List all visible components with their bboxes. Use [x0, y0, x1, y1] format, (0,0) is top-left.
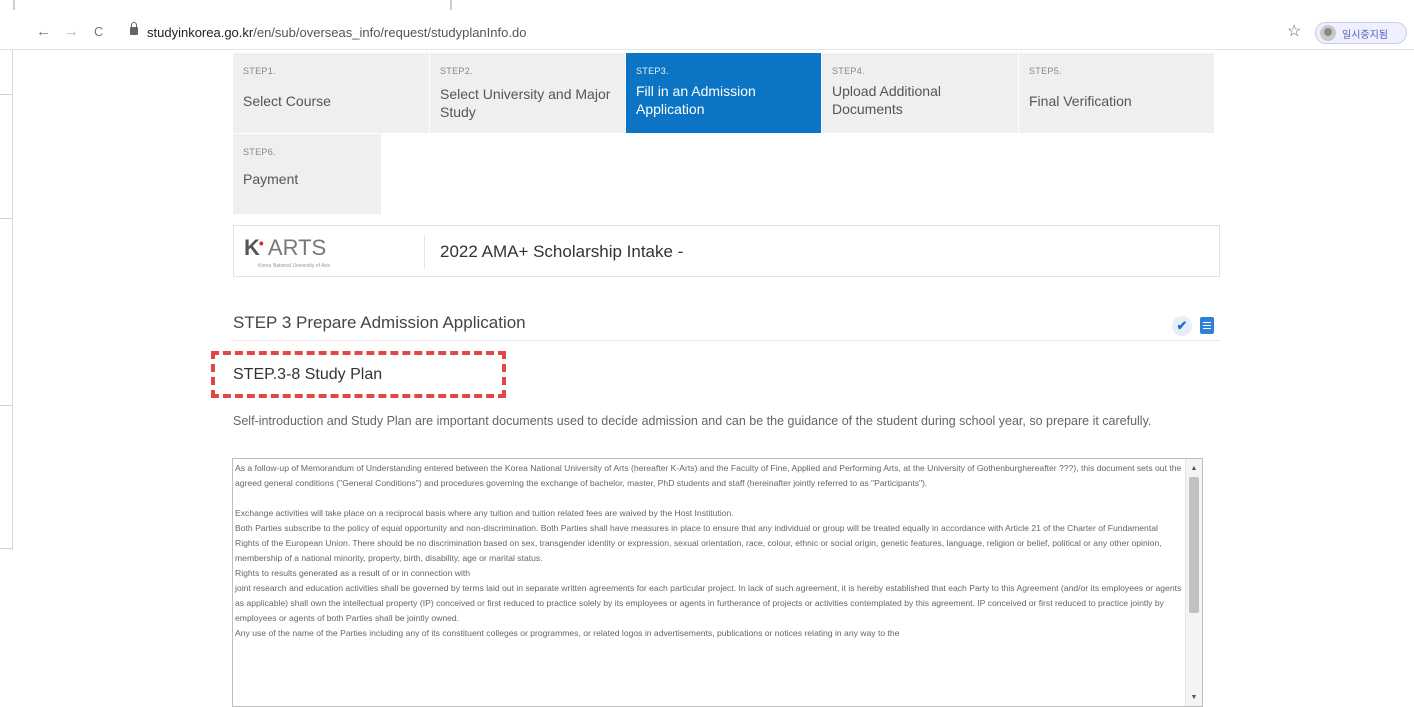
intro-text: Self-introduction and Study Plan are imp… [233, 414, 1152, 428]
url-path: /en/sub/overseas_info/request/studyplanI… [253, 25, 527, 40]
browser-toolbar: ← → C studyinkorea.go.kr/en/sub/overseas… [0, 0, 1414, 50]
step-number: STEP4. [832, 66, 865, 76]
address-bar[interactable]: studyinkorea.go.kr/en/sub/overseas_info/… [147, 25, 526, 40]
step-3-active[interactable]: STEP3. Fill in an Admission Application [626, 53, 822, 133]
section-title: STEP 3 Prepare Admission Application [233, 313, 526, 332]
agreement-textarea[interactable]: As a follow-up of Memorandum of Understa… [232, 458, 1203, 707]
back-arrow-icon[interactable]: ← [36, 22, 51, 42]
reload-icon[interactable]: C [94, 22, 103, 42]
profile-status-label: 일시중지됨 [1342, 29, 1388, 41]
divider [233, 340, 1220, 341]
check-icon[interactable]: ✔ [1172, 316, 1192, 336]
step-1[interactable]: STEP1. Select Course [233, 53, 430, 133]
scroll-down-icon[interactable]: ▼ [1186, 690, 1202, 706]
agreement-paragraph: Rights to results generated as a result … [235, 568, 471, 578]
step-number: STEP2. [440, 66, 473, 76]
k-arts-logo: K• ARTS Korea National University of Art… [244, 235, 414, 271]
background-window-edge [12, 50, 13, 550]
agreement-paragraph: Exchange activities will take place on a… [235, 508, 734, 518]
agreement-paragraph: As a follow-up of Memorandum of Understa… [235, 463, 1182, 488]
background-window-edge [13, 0, 15, 10]
step-number: STEP6. [243, 147, 276, 157]
url-host: studyinkorea.go.kr [147, 25, 254, 40]
school-header: K• ARTS Korea National University of Art… [233, 225, 1220, 277]
logo-dot: • [258, 235, 264, 251]
profile-button[interactable]: 일시중지됨 [1315, 22, 1407, 44]
background-window-edge [0, 548, 12, 549]
step-title: Fill in an Admission Application [636, 83, 756, 117]
background-window-edge [450, 0, 452, 10]
agreement-paragraph: joint research and education activities … [235, 583, 1182, 623]
step-number: STEP5. [1029, 66, 1062, 76]
step-number: STEP3. [636, 66, 669, 76]
logo-text: ARTS [267, 235, 327, 260]
scroll-up-icon[interactable]: ▲ [1186, 461, 1202, 477]
scrollbar-thumb[interactable] [1189, 477, 1199, 613]
logo-mark: K [244, 235, 260, 260]
logo-subtitle: Korea National University of Arts [258, 263, 330, 269]
step-title: Final Verification [1029, 93, 1132, 109]
document-icon[interactable] [1200, 317, 1214, 334]
scrollbar[interactable]: ▲ ▼ [1185, 459, 1202, 706]
agreement-paragraph: Both Parties subscribe to the policy of … [235, 523, 1162, 563]
intake-name: 2022 AMA+ Scholarship Intake - [440, 242, 684, 261]
step-5[interactable]: STEP5. Final Verification [1019, 53, 1215, 133]
avatar [1320, 25, 1336, 41]
background-window-edge [0, 405, 12, 406]
step-6[interactable]: STEP6. Payment [233, 134, 382, 214]
background-window-edge [0, 94, 12, 95]
background-window-edge [0, 218, 12, 219]
step-title: Upload Additional Documents [832, 83, 941, 117]
step-2[interactable]: STEP2. Select University and Major Study [430, 53, 626, 133]
step-number: STEP1. [243, 66, 276, 76]
step-title: Payment [243, 171, 299, 187]
step-title: Select University and Major Study [440, 86, 611, 120]
step-4[interactable]: STEP4. Upload Additional Documents [822, 53, 1019, 133]
bookmark-star-icon[interactable]: ☆ [1287, 21, 1301, 41]
forward-arrow-icon[interactable]: → [64, 22, 79, 42]
agreement-paragraph: Any use of the name of the Parties inclu… [235, 628, 900, 638]
divider [424, 235, 425, 269]
lock-icon[interactable] [130, 22, 138, 35]
agreement-text: As a follow-up of Memorandum of Understa… [235, 461, 1183, 641]
study-plan-title: STEP.3-8 Study Plan [233, 366, 383, 383]
step-title: Select Course [243, 93, 331, 109]
